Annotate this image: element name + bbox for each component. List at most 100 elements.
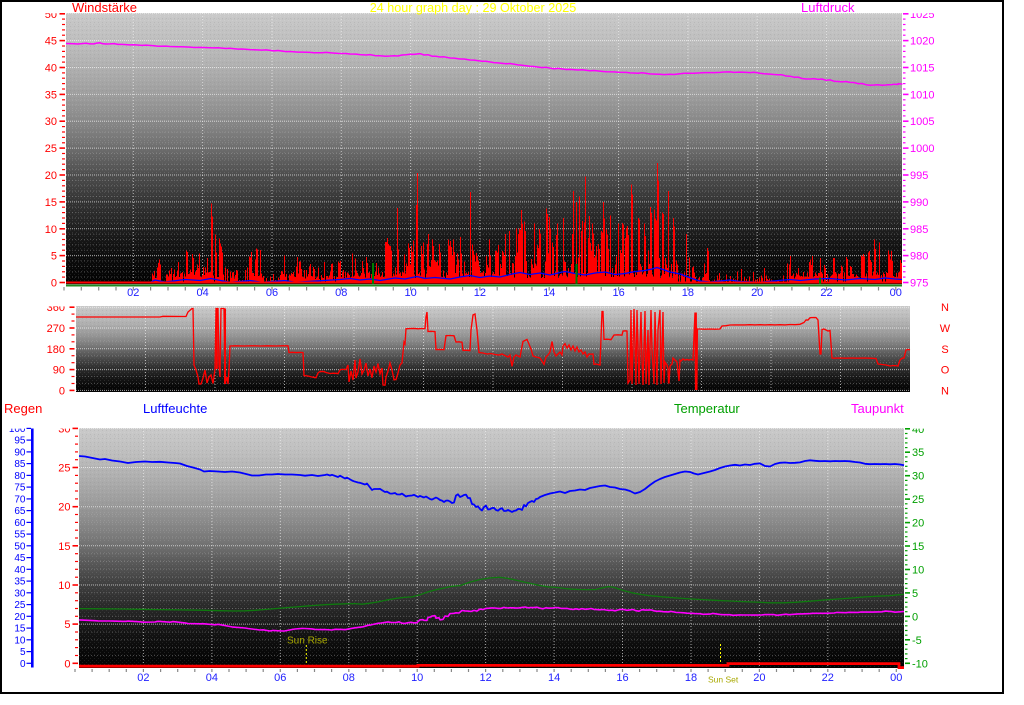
svg-text:1005: 1005: [910, 116, 934, 128]
svg-text:00: 00: [890, 287, 902, 299]
svg-text:10: 10: [14, 635, 26, 646]
svg-text:Temperatur: Temperatur: [674, 401, 740, 416]
svg-text:10: 10: [45, 224, 57, 236]
svg-text:30: 30: [58, 423, 70, 435]
svg-text:20: 20: [45, 170, 57, 182]
svg-text:Luftdruck: Luftdruck: [801, 0, 855, 15]
svg-text:24 hour graph day : 29 Oktober: 24 hour graph day : 29 Oktober 2025: [370, 1, 577, 15]
svg-text:65: 65: [14, 506, 26, 517]
svg-text:90: 90: [14, 447, 26, 458]
svg-text:995: 995: [910, 170, 928, 182]
svg-text:95: 95: [14, 436, 26, 447]
svg-text:04: 04: [196, 287, 208, 299]
svg-text:45: 45: [45, 36, 57, 48]
svg-text:N: N: [941, 385, 949, 397]
svg-text:W: W: [940, 323, 951, 335]
svg-text:O: O: [941, 365, 950, 377]
svg-text:30: 30: [912, 471, 924, 483]
svg-text:1010: 1010: [910, 89, 934, 101]
svg-text:55: 55: [14, 530, 26, 541]
svg-text:15: 15: [912, 541, 924, 553]
svg-text:0: 0: [59, 385, 65, 397]
svg-text:40: 40: [912, 424, 924, 436]
svg-text:0: 0: [20, 659, 26, 670]
svg-text:0: 0: [912, 611, 918, 623]
svg-text:0: 0: [51, 278, 57, 290]
svg-text:270: 270: [47, 323, 65, 335]
svg-text:40: 40: [45, 63, 57, 75]
svg-text:75: 75: [14, 483, 26, 494]
svg-text:45: 45: [14, 553, 26, 564]
svg-text:25: 25: [58, 463, 70, 475]
svg-text:85: 85: [14, 459, 26, 470]
svg-text:25: 25: [14, 600, 26, 611]
svg-text:06: 06: [266, 287, 278, 299]
svg-text:Sun Rise: Sun Rise: [287, 636, 328, 647]
svg-text:60: 60: [14, 518, 26, 529]
svg-text:1000: 1000: [910, 143, 934, 155]
svg-text:975: 975: [910, 278, 928, 290]
svg-text:10: 10: [58, 580, 70, 592]
svg-text:08: 08: [335, 287, 347, 299]
svg-text:12: 12: [479, 672, 491, 684]
svg-text:22: 22: [822, 672, 834, 684]
svg-text:50: 50: [14, 541, 26, 552]
svg-text:20: 20: [912, 518, 924, 530]
svg-text:20: 20: [14, 612, 26, 623]
svg-text:35: 35: [45, 89, 57, 101]
svg-text:70: 70: [14, 494, 26, 505]
svg-text:100: 100: [9, 424, 26, 435]
svg-text:180: 180: [47, 344, 65, 356]
svg-text:15: 15: [58, 541, 70, 553]
svg-text:5: 5: [64, 619, 70, 631]
svg-text:5: 5: [912, 588, 918, 600]
svg-text:Luftfeuchte: Luftfeuchte: [143, 401, 207, 416]
svg-text:16: 16: [616, 672, 628, 684]
svg-text:1015: 1015: [910, 63, 934, 75]
svg-text:20: 20: [751, 287, 763, 299]
svg-text:5: 5: [51, 251, 57, 263]
svg-text:18: 18: [685, 672, 697, 684]
svg-text:N: N: [941, 302, 949, 314]
svg-text:02: 02: [127, 287, 139, 299]
svg-text:14: 14: [548, 672, 560, 684]
svg-text:15: 15: [45, 197, 57, 209]
svg-text:00: 00: [890, 672, 902, 684]
svg-text:1025: 1025: [910, 9, 934, 21]
svg-text:15: 15: [14, 624, 26, 635]
svg-text:980: 980: [910, 251, 928, 263]
svg-text:20: 20: [753, 672, 765, 684]
svg-text:14: 14: [543, 287, 555, 299]
svg-text:S: S: [941, 344, 948, 356]
svg-text:30: 30: [45, 116, 57, 128]
svg-text:06: 06: [274, 672, 286, 684]
svg-text:35: 35: [14, 577, 26, 588]
svg-text:5: 5: [20, 647, 26, 658]
svg-text:-10: -10: [912, 658, 928, 670]
svg-text:30: 30: [14, 588, 26, 599]
svg-text:90: 90: [53, 365, 65, 377]
svg-text:40: 40: [14, 565, 26, 576]
svg-text:360: 360: [47, 302, 65, 314]
svg-text:80: 80: [14, 471, 26, 482]
svg-text:Sun Set: Sun Set: [708, 675, 739, 685]
svg-text:18: 18: [682, 287, 694, 299]
svg-text:20: 20: [58, 502, 70, 514]
svg-text:35: 35: [912, 447, 924, 459]
svg-text:04: 04: [206, 672, 218, 684]
svg-text:12: 12: [474, 287, 486, 299]
svg-text:Regen: Regen: [4, 401, 42, 416]
svg-text:25: 25: [45, 143, 57, 155]
svg-text:08: 08: [343, 672, 355, 684]
svg-text:16: 16: [612, 287, 624, 299]
svg-text:-5: -5: [912, 635, 922, 647]
svg-text:22: 22: [820, 287, 832, 299]
svg-text:0: 0: [64, 658, 70, 670]
svg-text:990: 990: [910, 197, 928, 209]
svg-text:50: 50: [45, 9, 57, 21]
svg-text:985: 985: [910, 224, 928, 236]
svg-text:1020: 1020: [910, 36, 934, 48]
svg-text:10: 10: [912, 565, 924, 577]
svg-text:02: 02: [137, 672, 149, 684]
svg-text:Windstärke: Windstärke: [72, 0, 137, 15]
